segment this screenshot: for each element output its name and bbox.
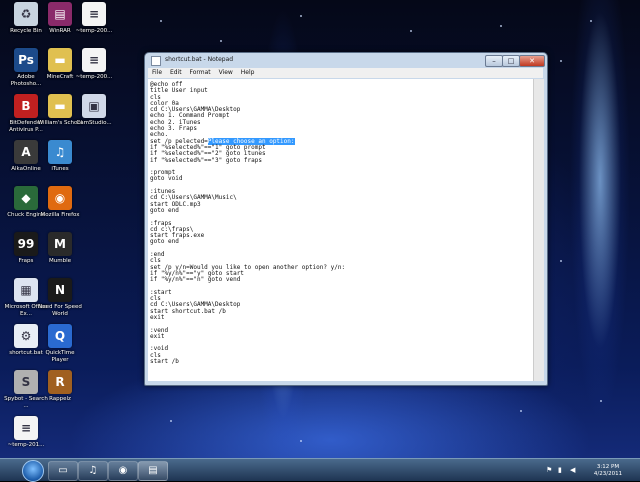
star [560, 260, 562, 262]
menu-bar: File Edit Format View Help [148, 68, 543, 78]
desktop-icon[interactable]: ◉ Mozilla Firefox [37, 186, 83, 219]
recycle-bin-icon: ♻ [14, 2, 38, 26]
desktop-icon[interactable]: ≡ ~temp-201... [3, 416, 49, 449]
mumble-icon: M [48, 232, 72, 256]
file-icon: ≡ [82, 48, 106, 72]
vertical-scrollbar[interactable] [533, 79, 544, 381]
chuck-icon: ◆ [14, 186, 38, 210]
text-after-selection: if "%selected%"=="1" goto prompt if "%se… [150, 143, 346, 366]
desktop-icon-label: ~temp-200... [75, 74, 113, 80]
desktop-icon-label: Mozilla Firefox [40, 212, 80, 218]
desktop-icon[interactable]: ♫ iTunes [37, 140, 83, 173]
quicktime-icon: Q [48, 324, 72, 348]
alka-icon: A [14, 140, 38, 164]
menu-edit[interactable]: Edit [170, 69, 182, 76]
desktop-icon[interactable]: Q QuickTime Player [37, 324, 83, 364]
taskbar-itunes-button[interactable]: ♫ [78, 461, 108, 481]
photoshop-icon: Ps [14, 48, 38, 72]
desktop-icon-label: QuickTime Player [45, 350, 75, 363]
spybot-icon: S [14, 370, 38, 394]
file-icon: ≡ [82, 2, 106, 26]
firefox-icon: ◉ [48, 186, 72, 210]
system-tray: ⚑ ▮ ◀ 3:12 PM 4/23/2011 [540, 463, 640, 479]
itunes-icon: ♫ [48, 140, 72, 164]
notepad-icon [151, 56, 161, 66]
desktop-icon-label: Need For Speed World [38, 304, 82, 317]
star [600, 400, 602, 402]
bitdefender-icon: B [14, 94, 38, 118]
star [520, 410, 522, 412]
desktop-icon-label: ~temp-200... [75, 28, 113, 34]
taskbar-explorer-button[interactable]: ▭ [48, 461, 78, 481]
star [300, 440, 302, 442]
star [220, 40, 222, 42]
star [160, 20, 162, 22]
desktop-icon-label: ~temp-201... [7, 442, 45, 448]
notepad-window[interactable]: shortcut.bat - Notepad – □ ✕ File Edit F… [144, 52, 548, 386]
editor-content: @echo off title User input cls color 0a … [148, 79, 533, 368]
star [300, 15, 302, 17]
desktop-icon[interactable]: ▣ CamStudio... [71, 94, 117, 127]
batch-file-icon: ⚙ [14, 324, 38, 348]
folder-icon: ▬ [48, 48, 72, 72]
office-icon: ▦ [14, 278, 38, 302]
star [560, 60, 562, 62]
menu-view[interactable]: View [219, 69, 233, 76]
taskbar-notepad-button[interactable]: ▤ [138, 461, 168, 481]
clock-date: 4/23/2011 [593, 471, 623, 477]
camstudio-icon: ▣ [82, 94, 106, 118]
folder-icon: ▬ [48, 94, 72, 118]
desktop-icon[interactable]: ≡ ~temp-200... [71, 48, 117, 81]
network-icon[interactable]: ▮ [558, 466, 562, 474]
close-button[interactable]: ✕ [519, 55, 545, 67]
maximize-button[interactable]: □ [502, 55, 520, 67]
minimize-button[interactable]: – [485, 55, 503, 67]
rappelz-icon: R [48, 370, 72, 394]
star [170, 420, 172, 422]
menu-file[interactable]: File [152, 69, 162, 76]
menu-help[interactable]: Help [241, 69, 255, 76]
fraps-icon: 99 [14, 232, 38, 256]
winrar-icon: ▤ [48, 2, 72, 26]
volume-icon[interactable]: ◀ [570, 466, 575, 474]
star [590, 20, 592, 22]
desktop-icon-label: iTunes [51, 166, 69, 172]
desktop-icon-label: Mumble [49, 258, 71, 264]
desktop-icon[interactable]: ≡ ~temp-200... [71, 2, 117, 35]
taskbar: ▭ ♫ ◉ ▤ ⚑ ▮ ◀ 3:12 PM 4/23/2011 [0, 458, 640, 482]
window-title: shortcut.bat - Notepad [165, 56, 234, 63]
desktop-icon[interactable]: M Mumble [37, 232, 83, 265]
star [410, 30, 412, 32]
text-before-selection: @echo off title User input cls color 0a … [150, 81, 241, 145]
title-bar[interactable]: shortcut.bat - Notepad – □ ✕ [145, 53, 547, 67]
clock-time: 3:12 PM [596, 464, 620, 470]
menu-format[interactable]: Format [190, 69, 211, 76]
file-icon: ≡ [14, 416, 38, 440]
desktop-icon-label: Rappelz [49, 396, 71, 402]
taskbar-firefox-button[interactable]: ◉ [108, 461, 138, 481]
desktop-icon[interactable]: N Need For Speed World [37, 278, 83, 318]
star [500, 25, 502, 27]
desktop-icon-label: CamStudio... [76, 120, 112, 126]
nfs-icon: N [48, 278, 72, 302]
desktop-icon[interactable]: R Rappelz [37, 370, 83, 403]
start-button[interactable] [22, 460, 44, 482]
flag-icon[interactable]: ⚑ [546, 466, 552, 474]
clock[interactable]: 3:12 PM 4/23/2011 [588, 464, 628, 478]
text-editor[interactable]: @echo off title User input cls color 0a … [148, 79, 533, 381]
